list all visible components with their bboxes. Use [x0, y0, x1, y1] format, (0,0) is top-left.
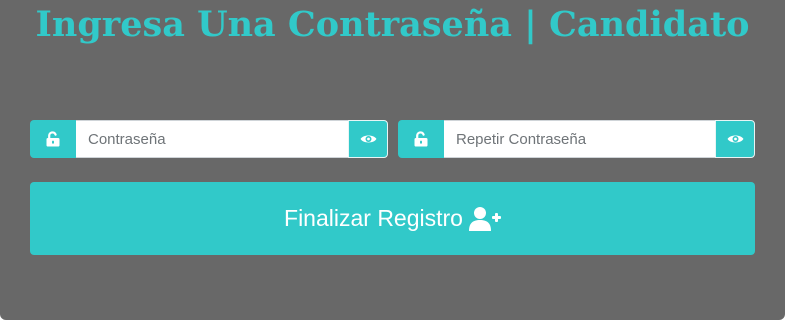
page-title: Ingresa Una Contraseña | Candidato — [35, 4, 750, 45]
eye-icon — [360, 135, 376, 143]
eye-icon — [727, 135, 743, 143]
finish-registration-label: Finalizar Registro — [284, 205, 463, 231]
finish-registration-button[interactable]: Finalizar Registro — [30, 182, 755, 255]
show-password-repeat-button[interactable] — [715, 120, 755, 158]
unlock-icon — [398, 120, 444, 158]
show-password-button[interactable] — [348, 120, 388, 158]
user-plus-icon — [468, 206, 501, 231]
password-repeat-group — [398, 120, 755, 158]
password-group — [30, 120, 388, 158]
password-repeat-input[interactable] — [444, 120, 715, 158]
unlock-icon — [30, 120, 76, 158]
password-input[interactable] — [76, 120, 348, 158]
registration-panel: Ingresa Una Contraseña | Candidato Final… — [0, 0, 785, 320]
